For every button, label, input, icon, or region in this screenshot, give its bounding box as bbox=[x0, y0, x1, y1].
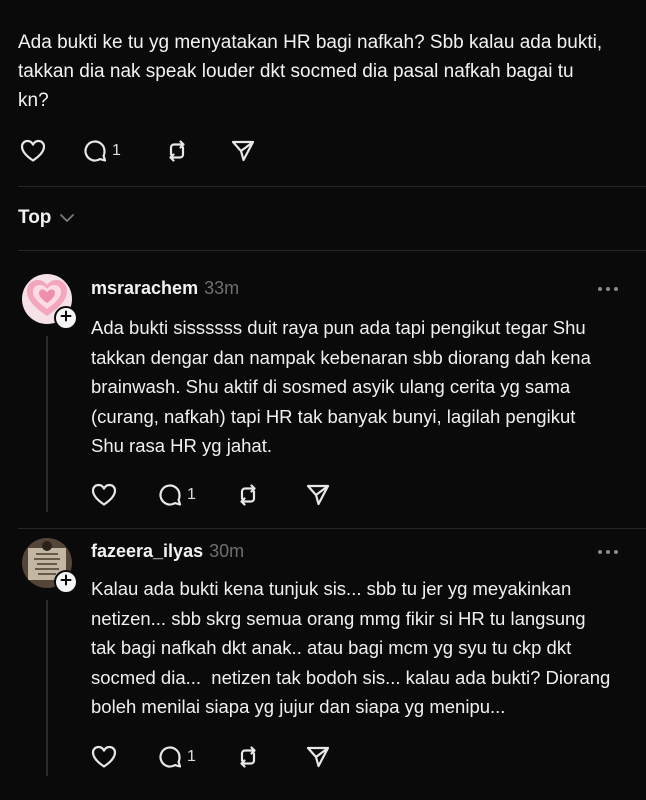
comment-button[interactable]: 1 bbox=[82, 138, 164, 164]
divider bbox=[18, 250, 646, 251]
more-dot bbox=[598, 287, 602, 291]
username[interactable]: fazeera_ilyas bbox=[91, 541, 203, 561]
reply-header: fazeera_ilyas 30m bbox=[91, 541, 244, 562]
repost-icon bbox=[235, 482, 261, 508]
sort-label: Top bbox=[18, 207, 52, 228]
username[interactable]: msrarachem bbox=[91, 278, 198, 298]
plus-icon bbox=[60, 573, 72, 591]
post-actions: 1 bbox=[20, 136, 256, 166]
more-dot bbox=[614, 287, 618, 291]
share-button[interactable] bbox=[230, 138, 256, 164]
avatar[interactable] bbox=[22, 274, 78, 330]
more-dot bbox=[606, 550, 610, 554]
reply-text: Ada bukti sissssss duit raya pun ada tap… bbox=[91, 317, 591, 456]
more-dot bbox=[614, 550, 618, 554]
share-icon bbox=[305, 744, 331, 770]
divider bbox=[18, 528, 646, 529]
heart-icon bbox=[91, 745, 117, 769]
share-icon bbox=[230, 138, 256, 164]
divider bbox=[18, 186, 646, 187]
like-button[interactable] bbox=[91, 745, 157, 769]
reply-text: Kalau ada bukti kena tunjuk sis... sbb t… bbox=[91, 578, 611, 717]
heart-icon bbox=[91, 483, 117, 507]
chevron-down-icon bbox=[51, 207, 75, 229]
more-dot bbox=[606, 287, 610, 291]
comment-icon bbox=[157, 744, 183, 770]
comment-icon bbox=[157, 482, 183, 508]
like-button[interactable] bbox=[20, 139, 82, 163]
more-options-button[interactable] bbox=[598, 550, 618, 554]
repost-button[interactable] bbox=[164, 138, 230, 164]
share-button[interactable] bbox=[305, 744, 331, 770]
avatar[interactable] bbox=[22, 538, 78, 594]
repost-button[interactable] bbox=[235, 482, 305, 508]
share-button[interactable] bbox=[305, 482, 331, 508]
heart-icon bbox=[20, 139, 46, 163]
timestamp: 30m bbox=[209, 541, 245, 561]
reply-actions: 1 bbox=[91, 742, 331, 772]
follow-button[interactable] bbox=[54, 570, 78, 594]
repost-button[interactable] bbox=[235, 744, 305, 770]
plus-icon bbox=[60, 309, 72, 327]
thread-line bbox=[46, 336, 48, 512]
comment-icon bbox=[82, 138, 108, 164]
more-dot bbox=[598, 550, 602, 554]
share-icon bbox=[305, 482, 331, 508]
thread-line bbox=[46, 600, 48, 776]
reply-actions: 1 bbox=[91, 480, 331, 510]
sort-dropdown[interactable]: Top bbox=[18, 207, 75, 229]
reply-count: 1 bbox=[187, 748, 196, 765]
repost-icon bbox=[235, 744, 261, 770]
comment-button[interactable]: 1 bbox=[157, 482, 235, 508]
post-text: Ada bukti ke tu yg menyatakan HR bagi na… bbox=[18, 32, 603, 111]
comment-button[interactable]: 1 bbox=[157, 744, 235, 770]
repost-icon bbox=[164, 138, 190, 164]
like-button[interactable] bbox=[91, 483, 157, 507]
reply-count: 1 bbox=[187, 486, 196, 503]
more-options-button[interactable] bbox=[598, 287, 618, 291]
reply-header: msrarachem 33m bbox=[91, 278, 239, 299]
timestamp: 33m bbox=[204, 278, 240, 298]
reply-count: 1 bbox=[112, 142, 121, 159]
follow-button[interactable] bbox=[54, 306, 78, 330]
